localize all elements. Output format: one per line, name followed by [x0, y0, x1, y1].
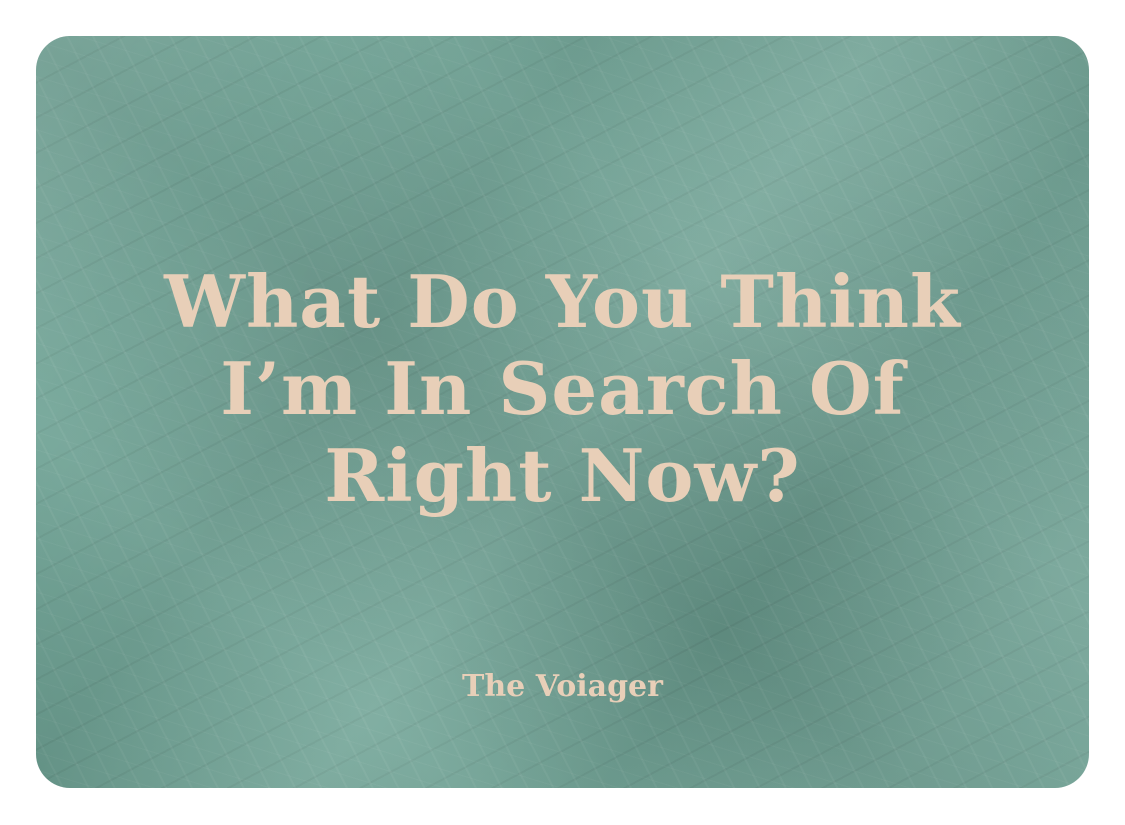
crumpled-paper-card: What Do You Think I’m In Search Of Right… [36, 36, 1089, 788]
headline: What Do You Think I’m In Search Of Right… [36, 258, 1089, 519]
headline-line-3: Right Now? [324, 433, 801, 518]
headline-line-1: What Do You Think [164, 259, 961, 344]
headline-line-2: I’m In Search Of [220, 346, 905, 431]
author-byline: The Voiager [462, 669, 663, 704]
